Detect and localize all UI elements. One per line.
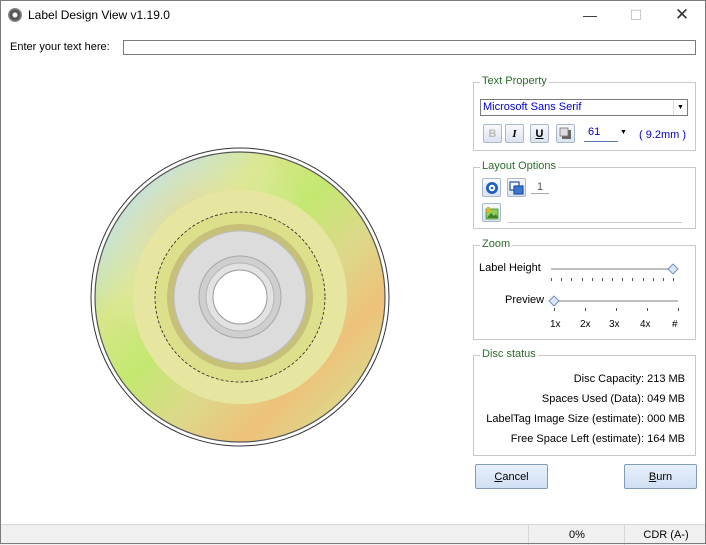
zoom-level-label: 1x — [550, 319, 561, 330]
stat-label: Free Space Left (estimate): — [510, 433, 645, 445]
maximize-button[interactable]: ☐ — [613, 0, 659, 30]
stat-value: 000 MB — [647, 413, 685, 425]
slider-tick — [554, 308, 555, 311]
font-size-mm: ( 9.2mm ) — [639, 129, 687, 141]
slider-tick — [616, 308, 617, 311]
slider-tick — [585, 308, 586, 311]
insert-image-button[interactable] — [482, 203, 501, 222]
layout-options-group: Layout Options 1 — [473, 160, 696, 229]
slider-tick — [662, 278, 664, 281]
stat-value: 049 MB — [647, 393, 685, 405]
preview-label: Preview — [505, 294, 545, 306]
minimize-button[interactable]: — — [567, 0, 613, 30]
label-text-input[interactable] — [123, 40, 696, 55]
progress-status: 0% — [528, 525, 625, 545]
cancel-button[interactable]: Cancel — [475, 464, 548, 489]
zoom-level-label: 4x — [640, 319, 651, 330]
slider-tick — [652, 278, 654, 281]
slider-tick — [678, 308, 679, 311]
zoom-level-label: 2x — [580, 319, 591, 330]
disc-layout-button[interactable] — [482, 178, 501, 197]
close-button[interactable]: ✕ — [659, 0, 705, 30]
slider-tick — [673, 278, 674, 281]
zoom-group: Zoom Label Height Preview 1x 2x 3x 4x # — [473, 238, 696, 340]
status-bar: 0% CDR (A-) — [0, 524, 706, 545]
slider-thumb[interactable] — [548, 295, 560, 307]
font-select-value: Microsoft Sans Serif — [483, 101, 582, 113]
disc-status-group: Disc status Disc Capacity: 213 MB Spaces… — [473, 348, 696, 456]
zoom-level-label: 3x — [609, 319, 620, 330]
italic-button[interactable]: I — [505, 124, 524, 143]
layout-options-title: Layout Options — [480, 160, 558, 172]
copy-layout-button[interactable] — [507, 178, 526, 197]
slider-track[interactable] — [551, 268, 673, 270]
slider-tick — [612, 278, 613, 281]
slider-tick — [561, 278, 563, 281]
bold-button[interactable]: B — [483, 124, 502, 143]
stat-value: 164 MB — [647, 433, 685, 445]
free-space-row: Free Space Left (estimate): 164 MB — [511, 433, 685, 445]
image-size-row: LabelTag Image Size (estimate): 000 MB — [486, 413, 685, 425]
text-property-title: Text Property — [480, 75, 549, 87]
image-path-field — [507, 222, 682, 223]
slider-tick — [647, 308, 648, 311]
copy-layout-icon — [509, 180, 524, 195]
zoom-level-label: # — [672, 319, 678, 330]
insert-image-icon — [484, 206, 498, 219]
spaces-used-row: Spaces Used (Data): 049 MB — [542, 393, 685, 405]
text-property-group: Text Property Microsoft Sans Serif ▼ B I… — [473, 75, 696, 151]
slider-tick — [632, 278, 634, 281]
font-size-value[interactable]: 61 — [584, 126, 618, 142]
slider-track[interactable] — [554, 300, 678, 302]
slider-tick — [591, 278, 593, 281]
underline-button[interactable]: U — [530, 124, 549, 143]
window-title: Label Design View v1.19.0 — [28, 8, 170, 22]
title-bar: Label Design View v1.19.0 — ☐ ✕ — [0, 0, 706, 30]
disc-layout-icon — [485, 181, 498, 194]
layout-count[interactable]: 1 — [531, 181, 549, 194]
chevron-down-icon[interactable]: ▼ — [673, 100, 687, 115]
disc-preview[interactable] — [80, 140, 400, 460]
font-select[interactable]: Microsoft Sans Serif ▼ — [480, 99, 688, 116]
cancel-button-label: Cancel — [494, 470, 529, 483]
stat-label: Spaces Used (Data): — [541, 393, 645, 405]
slider-tick — [581, 278, 583, 281]
font-size-chevron-down-icon[interactable]: ▼ — [620, 129, 627, 136]
zoom-title: Zoom — [480, 238, 513, 250]
slider-tick — [642, 278, 644, 281]
slider-tick — [551, 278, 552, 281]
disc-status-title: Disc status — [480, 348, 538, 360]
text-entry-label: Enter your text here: — [10, 41, 110, 53]
burn-button-label: Burn — [648, 470, 673, 483]
stat-label: LabelTag Image Size (estimate): — [486, 413, 645, 425]
slider-tick — [622, 278, 624, 281]
label-height-label: Label Height — [479, 262, 541, 274]
disc-capacity-row: Disc Capacity: 213 MB — [574, 373, 685, 385]
stat-label: Disc Capacity: — [573, 373, 645, 385]
shadow-button[interactable] — [556, 124, 575, 143]
disc-icon — [8, 8, 22, 22]
drive-status: CDR (A-) — [624, 525, 706, 545]
disc-graphic — [90, 147, 390, 447]
slider-tick — [571, 278, 573, 281]
burn-button[interactable]: Burn — [624, 464, 697, 489]
shadow-icon — [559, 127, 571, 139]
slider-thumb[interactable] — [667, 263, 679, 275]
stat-value: 213 MB — [647, 373, 685, 385]
slider-tick — [601, 278, 603, 281]
